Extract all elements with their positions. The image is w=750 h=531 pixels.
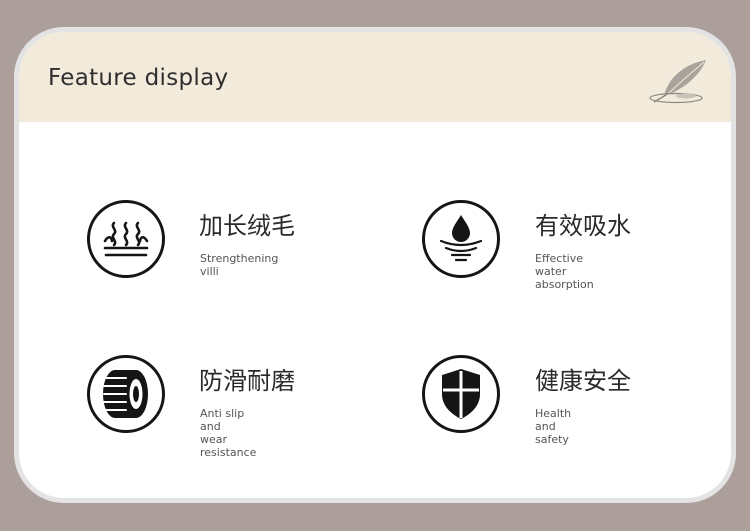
feature-title: 防滑耐磨	[199, 367, 295, 395]
feature-card: Feature display 加长绒毛 Strengthening villi…	[14, 27, 736, 503]
feature-subtitle-line: Health and safety	[535, 407, 572, 446]
card-header: Feature display	[19, 32, 731, 122]
feature-subtitle: Anti slip and wear resistance	[200, 407, 256, 459]
feature-subtitle: Effective water absorption	[535, 252, 594, 291]
shield-cross-icon	[422, 355, 500, 433]
feature-subtitle-line: absorption	[535, 278, 594, 291]
feature-subtitle-line: Anti slip and	[200, 407, 245, 433]
feature-subtitle-line: Strengthening villi	[200, 252, 279, 278]
feature-subtitle: Strengthening villi	[200, 252, 278, 278]
water-drop-icon	[422, 200, 500, 278]
tire-icon	[87, 355, 165, 433]
feature-subtitle: Health and safety	[535, 407, 571, 446]
feather-quill-icon	[646, 58, 708, 104]
feature-title: 健康安全	[535, 367, 631, 395]
feature-subtitle-line: wear resistance	[200, 433, 257, 459]
feature-subtitle-line: Effective water	[535, 252, 583, 278]
page-title: Feature display	[48, 65, 229, 91]
feature-title: 有效吸水	[535, 212, 631, 240]
feature-title: 加长绒毛	[199, 212, 295, 240]
heat-waves-icon	[87, 200, 165, 278]
